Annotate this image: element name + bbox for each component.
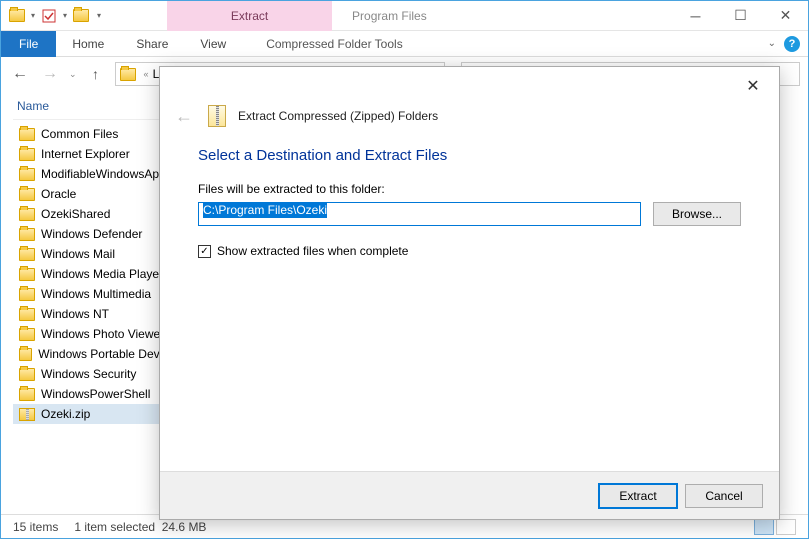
cancel-button[interactable]: Cancel [685,484,763,508]
list-item[interactable]: OzekiShared [13,204,181,224]
nav-history-icon[interactable]: ⌄ [69,69,77,80]
folder-icon[interactable] [7,6,27,26]
list-item[interactable]: ModifiableWindowsApps [13,164,181,184]
tab-share[interactable]: Share [120,31,184,57]
zip-icon [208,105,226,127]
extract-dialog: ✕ ← Extract Compressed (Zipped) Folders … [159,66,780,520]
folder-icon [19,248,35,261]
destination-input[interactable]: C:\Program Files\Ozeki [198,202,641,226]
dialog-back-button: ← [172,106,196,127]
dialog-title: Extract Compressed (Zipped) Folders [238,109,438,123]
folder-icon [19,328,35,341]
show-files-checkbox-row[interactable]: ✓ Show extracted files when complete [198,244,741,258]
ribbon-tabs: File Home Share View Compressed Folder T… [1,31,808,57]
folder-icon [19,268,35,281]
list-item[interactable]: Windows Security [13,364,181,384]
folder-icon [19,388,35,401]
list-item-selected[interactable]: Ozeki.zip [13,404,181,424]
breadcrumb-separator-icon[interactable]: « [144,69,149,79]
qat-customize-icon[interactable]: ▾ [97,11,101,20]
list-item[interactable]: WindowsPowerShell [13,384,181,404]
dialog-header: ← Extract Compressed (Zipped) Folders [160,105,779,141]
dialog-footer: Extract Cancel [160,471,779,519]
close-button[interactable]: ✕ [763,1,808,30]
tab-home[interactable]: Home [56,31,120,57]
status-item-count: 15 items [13,520,58,534]
contextual-tab-label: Extract [167,1,332,31]
list-item[interactable]: Internet Explorer [13,144,181,164]
dialog-heading: Select a Destination and Extract Files [198,147,741,164]
properties-icon[interactable] [39,6,59,26]
ribbon-collapse-icon[interactable]: ⌄ [768,38,776,49]
list-item[interactable]: Windows Mail [13,244,181,264]
browse-button[interactable]: Browse... [653,202,741,226]
folder-icon [19,208,35,221]
window-title: Program Files [332,9,673,23]
nav-up-button[interactable]: ↑ [85,63,107,85]
maximize-button[interactable]: ☐ [718,1,763,30]
column-header-name[interactable]: Name [13,95,181,120]
qat-split-icon[interactable]: ▾ [63,11,67,20]
file-list: Name Common Files Internet Explorer Modi… [1,91,181,514]
list-item[interactable]: Windows Defender [13,224,181,244]
dialog-close-button[interactable]: ✕ [733,71,773,101]
nav-back-button[interactable]: ← [9,63,31,85]
tab-compressed-tools[interactable]: Compressed Folder Tools [250,31,419,57]
title-bar: ▾ ▾ ▾ Extract Program Files ─ ☐ ✕ [1,1,808,31]
dialog-title-bar: ✕ [160,67,779,105]
minimize-button[interactable]: ─ [673,1,718,30]
extract-button[interactable]: Extract [599,484,677,508]
list-item[interactable]: Windows Portable Devices [13,344,181,364]
list-item[interactable]: Windows Photo Viewer [13,324,181,344]
list-item[interactable]: Common Files [13,124,181,144]
nav-forward-button: → [39,63,61,85]
large-icons-view-button[interactable] [776,519,796,535]
status-selection: 1 item selected 24.6 MB [74,520,206,534]
checkbox-label: Show extracted files when complete [217,244,408,258]
details-view-button[interactable] [754,519,774,535]
folder-icon [120,68,136,81]
folder-icon [19,288,35,301]
qat-split-icon[interactable]: ▾ [31,11,35,20]
folder-icon [19,348,32,361]
folder-icon [19,368,35,381]
checkbox-icon[interactable]: ✓ [198,245,211,258]
destination-label: Files will be extracted to this folder: [198,182,741,196]
quick-access-toolbar: ▾ ▾ ▾ [1,6,107,26]
list-item[interactable]: Windows Media Player [13,264,181,284]
qat-new-folder-icon[interactable] [71,6,91,26]
tab-view[interactable]: View [184,31,242,57]
folder-icon [19,148,35,161]
folder-icon [19,228,35,241]
zip-icon [19,408,35,421]
list-item[interactable]: Oracle [13,184,181,204]
list-item[interactable]: Windows Multimedia [13,284,181,304]
folder-icon [19,128,35,141]
folder-icon [19,308,35,321]
folder-icon [19,168,35,181]
list-item[interactable]: Windows NT [13,304,181,324]
folder-icon [19,188,35,201]
file-tab[interactable]: File [1,31,56,57]
help-icon[interactable]: ? [784,36,800,52]
